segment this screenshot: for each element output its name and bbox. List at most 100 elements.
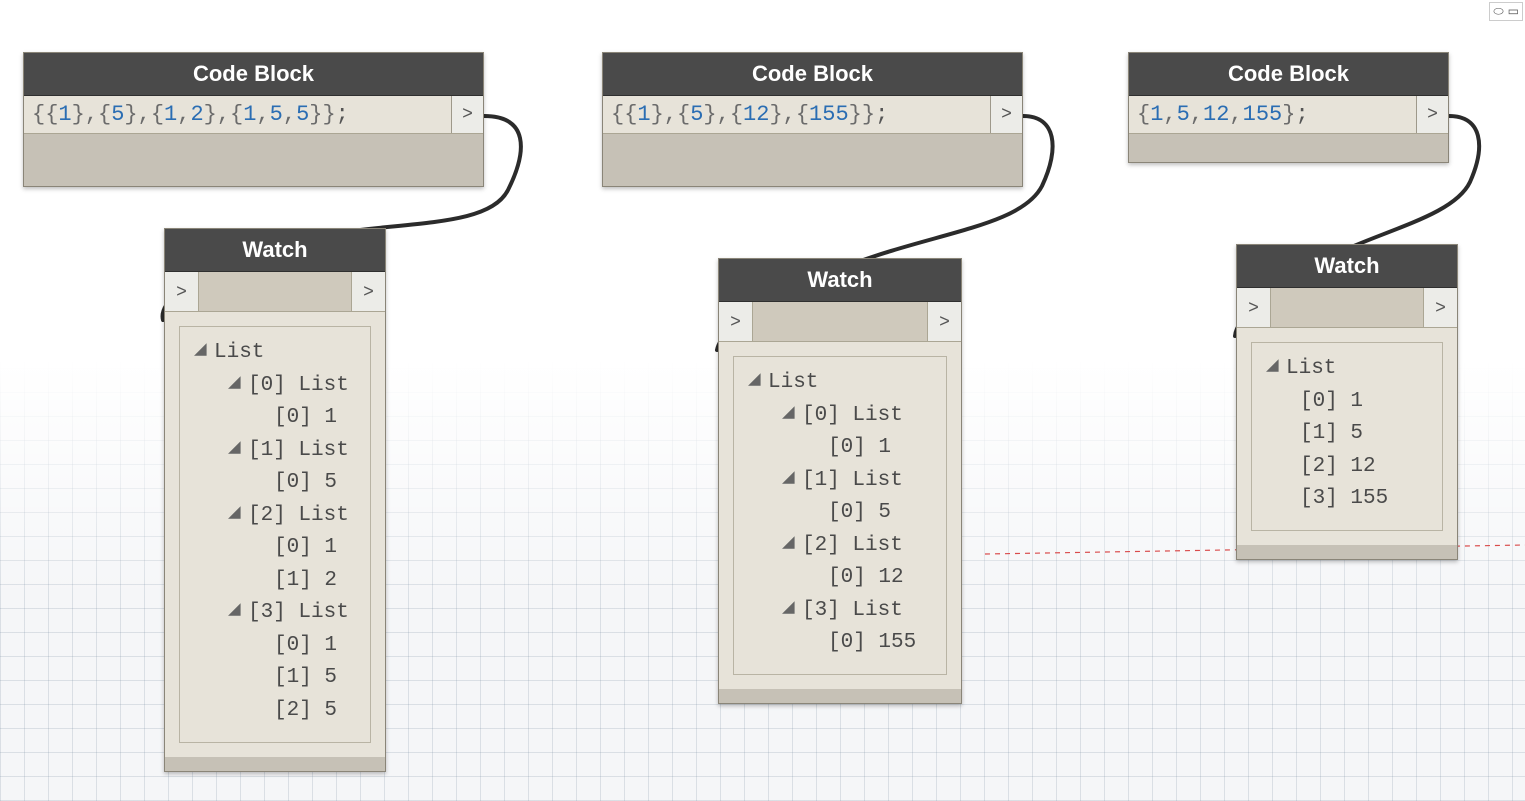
watch-ports: > >: [165, 272, 385, 312]
code-block-node-2[interactable]: Code Block {{1},{5},{12},{155}}; >: [602, 52, 1023, 187]
code-token-sc: ;: [875, 102, 888, 127]
code-token-pun: ,: [1163, 102, 1176, 127]
output-port[interactable]: >: [1423, 288, 1457, 327]
output-port[interactable]: >: [451, 96, 483, 133]
tree-leaf: [2] 5: [190, 695, 360, 728]
tree-branch[interactable]: ◢[0] List: [744, 400, 936, 433]
tree-branch[interactable]: ◢List: [1262, 353, 1432, 386]
workspace-canvas[interactable]: ⬭ ▭ Code Block {{1},{5},{1,2},{1,5,5}}; …: [0, 0, 1525, 801]
code-block-node-3[interactable]: Code Block {1,5,12,155}; >: [1128, 52, 1449, 163]
tree-branch[interactable]: ◢List: [744, 367, 936, 400]
output-port[interactable]: >: [927, 302, 961, 341]
code-token-br: }}: [849, 102, 875, 127]
input-port[interactable]: >: [1237, 288, 1271, 327]
code-text[interactable]: {{1},{5},{12},{155}};: [603, 96, 990, 133]
watch-body: ◢List[0] 1[1] 5[2] 12[3] 155: [1237, 328, 1457, 545]
watch-node-3[interactable]: Watch > > ◢List[0] 1[1] 5[2] 12[3] 155: [1236, 244, 1458, 560]
tree-branch[interactable]: ◢[2] List: [190, 500, 360, 533]
toolbox-icon-1[interactable]: ⬭: [1493, 4, 1503, 19]
node-header[interactable]: Code Block: [1129, 53, 1448, 96]
code-token-br: {: [730, 102, 743, 127]
code-token-br: }: [72, 102, 85, 127]
code-row: {{1},{5},{1,2},{1,5,5}}; >: [24, 96, 483, 134]
tree-leaf: [1] 5: [190, 662, 360, 695]
tree-branch[interactable]: ◢[2] List: [744, 530, 936, 563]
code-token-br: }: [1282, 102, 1295, 127]
tree-leaf: [0] 5: [744, 497, 936, 530]
code-token-sc: ;: [336, 102, 349, 127]
code-token-br: {{: [611, 102, 637, 127]
tree-branch[interactable]: ◢[3] List: [744, 595, 936, 628]
code-token-pun: ,: [217, 102, 230, 127]
node-header[interactable]: Watch: [165, 229, 385, 272]
node-header[interactable]: Code Block: [603, 53, 1022, 96]
code-token-num: 5: [111, 102, 124, 127]
code-token-br: }: [769, 102, 782, 127]
expand-icon[interactable]: ◢: [782, 593, 798, 626]
code-row: {1,5,12,155}; >: [1129, 96, 1448, 134]
code-token-num: 12: [1203, 102, 1229, 127]
code-token-num: 155: [809, 102, 849, 127]
code-text[interactable]: {1,5,12,155};: [1129, 96, 1416, 133]
code-text[interactable]: {{1},{5},{1,2},{1,5,5}};: [24, 96, 451, 133]
code-token-br: {: [98, 102, 111, 127]
node-footer: [24, 134, 483, 186]
node-header[interactable]: Code Block: [24, 53, 483, 96]
code-token-pun: ,: [177, 102, 190, 127]
node-header[interactable]: Watch: [719, 259, 961, 302]
tree-branch[interactable]: ◢[1] List: [744, 465, 936, 498]
code-token-br: }: [204, 102, 217, 127]
code-token-pun: ,: [664, 102, 677, 127]
code-token-br: }: [703, 102, 716, 127]
tree-leaf: [3] 155: [1262, 483, 1432, 516]
code-token-num: 12: [743, 102, 769, 127]
tree-leaf: [0] 1: [190, 630, 360, 663]
toolbox-icon-2[interactable]: ▭: [1508, 4, 1519, 19]
tree-branch[interactable]: ◢List: [190, 337, 360, 370]
tree-branch[interactable]: ◢[1] List: [190, 435, 360, 468]
code-block-node-1[interactable]: Code Block {{1},{5},{1,2},{1,5,5}}; >: [23, 52, 484, 187]
code-token-num: 1: [1150, 102, 1163, 127]
code-token-br: {: [677, 102, 690, 127]
expand-icon[interactable]: ◢: [1266, 351, 1282, 384]
node-footer: [1129, 134, 1448, 162]
output-port[interactable]: >: [351, 272, 385, 311]
expand-icon[interactable]: ◢: [782, 463, 798, 496]
expand-icon[interactable]: ◢: [782, 528, 798, 561]
input-port[interactable]: >: [719, 302, 753, 341]
expand-icon[interactable]: ◢: [194, 335, 210, 368]
node-footer: [719, 689, 961, 703]
code-token-pun: ,: [283, 102, 296, 127]
watch-tree[interactable]: ◢List◢[0] List[0] 1◢[1] List[0] 5◢[2] Li…: [179, 326, 371, 743]
tree-leaf: [1] 2: [190, 565, 360, 598]
tree-branch[interactable]: ◢[3] List: [190, 597, 360, 630]
code-token-pun: ,: [1190, 102, 1203, 127]
code-token-num: 5: [690, 102, 703, 127]
watch-tree[interactable]: ◢List[0] 1[1] 5[2] 12[3] 155: [1251, 342, 1443, 531]
expand-icon[interactable]: ◢: [228, 595, 244, 628]
code-token-br: }}: [309, 102, 335, 127]
output-port[interactable]: >: [1416, 96, 1448, 133]
tree-leaf: [0] 1: [744, 432, 936, 465]
tree-leaf: [0] 155: [744, 627, 936, 660]
watch-tree[interactable]: ◢List◢[0] List[0] 1◢[1] List[0] 5◢[2] Li…: [733, 356, 947, 675]
code-token-br: {: [230, 102, 243, 127]
code-token-pun: ,: [85, 102, 98, 127]
output-port[interactable]: >: [990, 96, 1022, 133]
expand-icon[interactable]: ◢: [228, 433, 244, 466]
tree-branch[interactable]: ◢[0] List: [190, 370, 360, 403]
code-token-br: {: [1137, 102, 1150, 127]
expand-icon[interactable]: ◢: [748, 365, 764, 398]
expand-icon[interactable]: ◢: [782, 398, 798, 431]
node-footer: [1237, 545, 1457, 559]
code-token-pun: ,: [256, 102, 269, 127]
input-port[interactable]: >: [165, 272, 199, 311]
node-header[interactable]: Watch: [1237, 245, 1457, 288]
code-token-pun: ,: [1229, 102, 1242, 127]
code-token-sc: ;: [1295, 102, 1308, 127]
watch-node-2[interactable]: Watch > > ◢List◢[0] List[0] 1◢[1] List[0…: [718, 258, 962, 704]
expand-icon[interactable]: ◢: [228, 498, 244, 531]
expand-icon[interactable]: ◢: [228, 368, 244, 401]
watch-node-1[interactable]: Watch > > ◢List◢[0] List[0] 1◢[1] List[0…: [164, 228, 386, 772]
node-footer: [603, 134, 1022, 186]
